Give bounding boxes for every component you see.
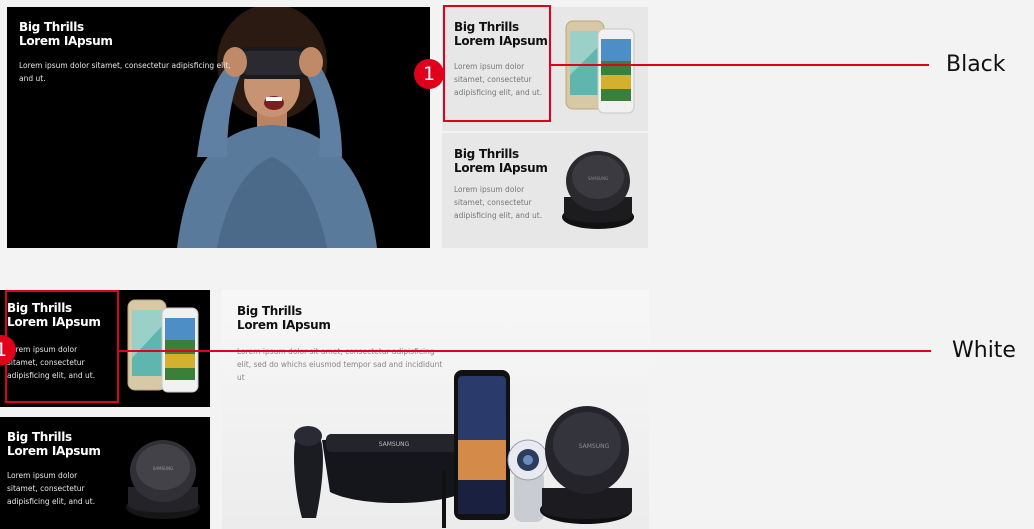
- card-desc-line-1: Lorem ipsum dolor: [454, 185, 525, 194]
- card-title-line-2: Lorem IApsum: [7, 315, 101, 329]
- card-desc-line-3: adipisficing elit, and ut.: [7, 371, 96, 380]
- dock-brand-text: SAMSUNG: [588, 176, 608, 181]
- hero-desc-line-2: and ut.: [19, 74, 46, 83]
- black-annotation-line: [551, 64, 929, 66]
- card-desc-line-2: sitamet, consectetur: [7, 358, 85, 367]
- card-desc-line-1: Lorem ipsum dolor: [7, 345, 78, 354]
- black-annotation-label: Black: [946, 52, 1006, 77]
- hero-desc-line-2: elit, sed do whichs eiusmod tempor sad a…: [237, 360, 443, 369]
- card-desc-line-2: sitamet, consectetur: [7, 484, 85, 493]
- card-description: Lorem ipsum dolor sitamet, consectetur a…: [454, 60, 564, 99]
- hero-title-line-1: Big Thrills: [237, 304, 302, 318]
- white-hero-banner[interactable]: SAMSUNG SAMSUNG Big Thrills Lorem IApsum…: [222, 290, 649, 529]
- card-title-line-1: Big Thrills: [454, 20, 519, 34]
- hero-title-line-2: Lorem IApsum: [237, 318, 331, 332]
- card-title: Big Thrills Lorem IApsum: [7, 430, 101, 458]
- black-annotation-badge: 1: [414, 59, 444, 89]
- black-card-dock[interactable]: SAMSUNG Big Thrills Lorem IApsum Lorem i…: [442, 133, 648, 248]
- card-description: Lorem ipsum dolor sitamet, consectetur a…: [7, 343, 122, 382]
- card-title: Big Thrills Lorem IApsum: [7, 301, 101, 329]
- samsung-dex-dock-image: SAMSUNG: [126, 440, 200, 519]
- card-desc-line-1: Lorem ipsum dolor: [454, 62, 525, 71]
- hero-title: Big Thrills Lorem IApsum: [237, 304, 331, 332]
- card-description: Lorem ipsum dolor sitamet, consectetur a…: [7, 469, 122, 508]
- hero-title-line-2: Lorem IApsum: [19, 34, 113, 48]
- black-hero-banner[interactable]: Big Thrills Lorem IApsum Lorem ipsum dol…: [7, 7, 430, 248]
- card-title: Big Thrills Lorem IApsum: [454, 147, 548, 175]
- dock-brand-text: SAMSUNG: [153, 466, 173, 471]
- card-desc-line-3: adipisficing elit, and ut.: [7, 497, 96, 506]
- white-annotation-label: White: [952, 338, 1016, 363]
- hero-title: Big Thrills Lorem IApsum: [19, 20, 113, 48]
- samsung-dex-dock-image: SAMSUNG: [562, 151, 634, 229]
- card-desc-line-3: adipisficing elit, and ut.: [454, 211, 543, 220]
- card-desc-line-2: sitamet, consectetur: [454, 198, 532, 207]
- card-desc-line-2: sitamet, consectetur: [454, 75, 532, 84]
- hero-description: Lorem ipsum dolor sitamet, consectetur a…: [19, 59, 249, 85]
- card-title-line-1: Big Thrills: [7, 430, 72, 444]
- card-title-line-1: Big Thrills: [454, 147, 519, 161]
- card-title: Big Thrills Lorem IApsum: [454, 20, 548, 48]
- black-card-phones[interactable]: Big Thrills Lorem IApsum Lorem ipsum dol…: [442, 7, 648, 131]
- card-desc-line-3: adipisficing elit, and ut.: [454, 88, 543, 97]
- card-desc-line-1: Lorem ipsum dolor: [7, 471, 78, 480]
- dex-brand-text: SAMSUNG: [579, 443, 610, 450]
- vr-brand-text: SAMSUNG: [379, 441, 410, 448]
- hero-desc-line-1: Lorem ipsum dolor sitamet, consectetur a…: [19, 61, 231, 70]
- card-description: Lorem ipsum dolor sitamet, consectetur a…: [454, 183, 564, 222]
- card-title-line-2: Lorem IApsum: [454, 161, 548, 175]
- white-annotation-line: [119, 350, 931, 352]
- white-card-dock[interactable]: SAMSUNG Big Thrills Lorem IApsum Lorem i…: [0, 417, 210, 529]
- galaxy-phones-image: [565, 20, 635, 114]
- hero-desc-line-3: ut: [237, 373, 245, 382]
- white-card-phones[interactable]: Big Thrills Lorem IApsum Lorem ipsum dol…: [0, 290, 210, 407]
- card-title-line-2: Lorem IApsum: [7, 444, 101, 458]
- card-title-line-1: Big Thrills: [7, 301, 72, 315]
- hero-title-line-1: Big Thrills: [19, 20, 84, 34]
- card-title-line-2: Lorem IApsum: [454, 34, 548, 48]
- vr-headset-woman-image: [177, 7, 377, 248]
